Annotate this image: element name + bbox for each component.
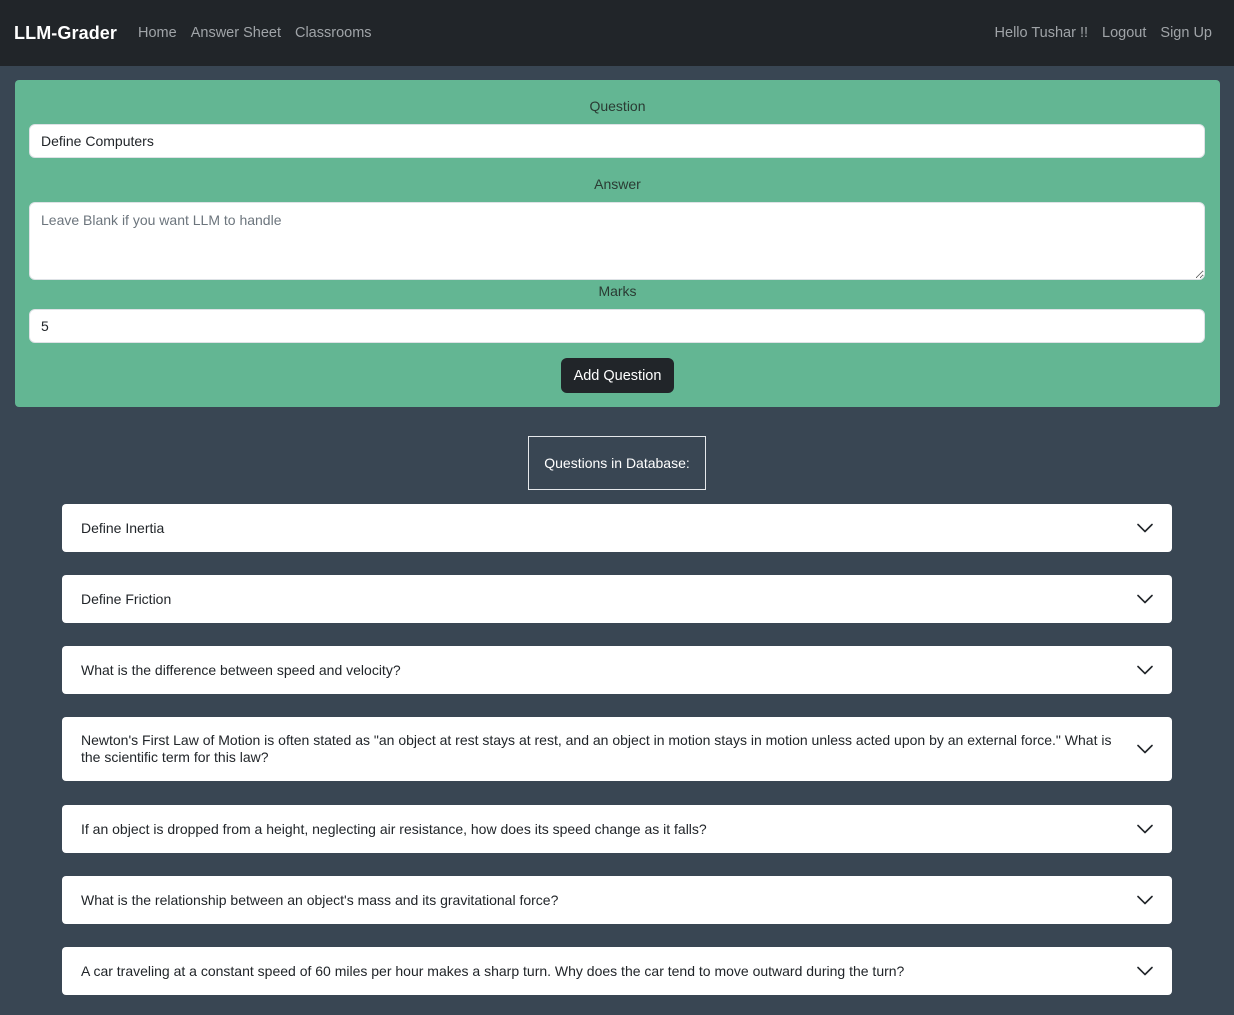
question-accordion-item[interactable]: Define Inertia: [62, 504, 1172, 552]
add-question-form: Question Answer Marks Add Question: [15, 80, 1220, 407]
questions-database-heading: Questions in Database:: [528, 436, 706, 490]
marks-label: Marks: [598, 283, 637, 299]
chevron-down-icon[interactable]: [1135, 961, 1155, 981]
chevron-down-icon[interactable]: [1135, 660, 1155, 680]
question-text: Define Inertia: [81, 519, 165, 536]
question-accordion-item[interactable]: What is the difference between speed and…: [62, 646, 1172, 694]
question-label: Question: [589, 98, 646, 114]
question-text: Newton's First Law of Motion is often st…: [81, 732, 1112, 765]
question-text: A car traveling at a constant speed of 6…: [81, 962, 905, 979]
brand-logo[interactable]: LLM-Grader: [14, 23, 117, 44]
chevron-down-icon[interactable]: [1135, 890, 1155, 910]
question-accordion-item[interactable]: Newton's First Law of Motion is often st…: [62, 717, 1172, 781]
question-input[interactable]: [29, 124, 1205, 158]
nav-link-classrooms[interactable]: Classrooms: [295, 25, 372, 41]
logout-link[interactable]: Logout: [1102, 25, 1146, 41]
chevron-down-icon[interactable]: [1135, 739, 1155, 759]
navbar: LLM-Grader Home Answer Sheet Classrooms …: [0, 0, 1234, 66]
question-text: What is the relationship between an obje…: [81, 891, 559, 908]
question-text: Define Friction: [81, 590, 172, 607]
answer-label: Answer: [594, 176, 641, 192]
navbar-user-area: Hello Tushar !! Logout Sign Up: [995, 0, 1212, 66]
question-accordion-item[interactable]: Define Friction: [62, 575, 1172, 623]
nav-link-home[interactable]: Home: [138, 25, 177, 41]
question-accordion-item[interactable]: A car traveling at a constant speed of 6…: [62, 947, 1172, 995]
question-accordion-item[interactable]: If an object is dropped from a height, n…: [62, 805, 1172, 853]
question-text: If an object is dropped from a height, n…: [81, 820, 707, 837]
user-greeting: Hello Tushar !!: [994, 25, 1089, 41]
marks-input[interactable]: [29, 309, 1205, 343]
chevron-down-icon[interactable]: [1135, 518, 1155, 538]
add-question-button[interactable]: Add Question: [561, 358, 674, 393]
chevron-down-icon[interactable]: [1135, 819, 1155, 839]
answer-textarea[interactable]: [29, 202, 1205, 280]
question-accordion-item[interactable]: What is the relationship between an obje…: [62, 876, 1172, 924]
chevron-down-icon[interactable]: [1135, 589, 1155, 609]
nav-link-answer-sheet[interactable]: Answer Sheet: [191, 25, 281, 41]
signup-link[interactable]: Sign Up: [1160, 25, 1212, 41]
question-text: What is the difference between speed and…: [81, 661, 401, 678]
